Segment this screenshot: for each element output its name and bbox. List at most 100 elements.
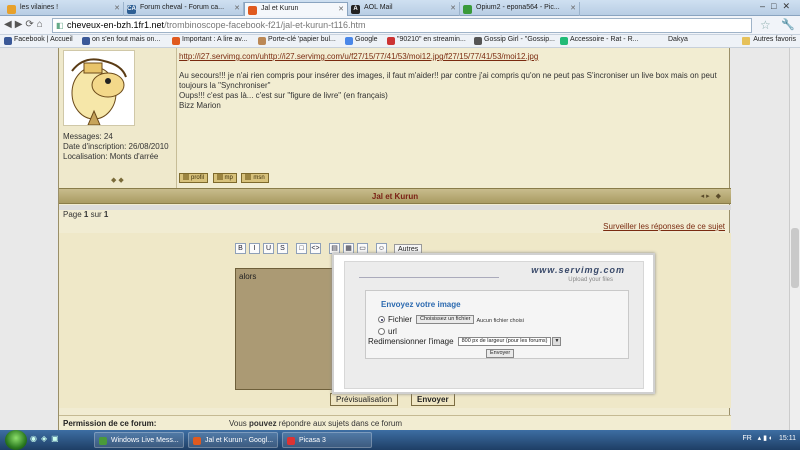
quote-button[interactable]: □ — [296, 243, 307, 254]
bookmark-label: Facebook | Accueil — [14, 36, 73, 43]
bookmark-label: Accessoire - Rat - R... — [570, 36, 639, 43]
close-icon[interactable]: ✕ — [234, 4, 240, 12]
italic-button[interactable]: I — [249, 243, 260, 254]
scroll-arrows-icon[interactable]: ◆ ◆ — [111, 176, 124, 184]
task-picasa[interactable]: Picasa 3 — [282, 432, 372, 448]
wrench-icon[interactable]: 🔧 — [781, 18, 795, 31]
facebook-icon — [4, 37, 12, 45]
url-radio[interactable] — [378, 328, 385, 336]
upload-heading: Envoyez votre image — [381, 300, 461, 309]
post-text: Au secours!!! je n'ai rien compris pour … — [179, 71, 725, 111]
system-tray: FR ▴ ▮ ◐ 15:11 — [742, 435, 797, 442]
bookmark-facebook[interactable]: Facebook | Accueil — [4, 36, 73, 45]
forum-icon — [248, 6, 257, 15]
url-path: /trombinoscope-facebook-f21/jal-et-kurun… — [164, 20, 366, 30]
post-paragraph: Au secours!!! je n'ai rien compris pour … — [179, 71, 717, 90]
nav-arrows-icon[interactable]: ◂▸ ◆ — [701, 192, 723, 200]
tab-label: les vilaines ! — [20, 4, 59, 11]
mp-button[interactable]: mp — [212, 173, 237, 183]
tab-les-vilaines[interactable]: les vilaines ! ✕ — [4, 2, 124, 16]
ball-icon — [7, 5, 16, 14]
close-icon[interactable]: ✕ — [338, 5, 344, 13]
file-radio[interactable] — [378, 316, 385, 324]
topic-title: Jal et Kurun — [371, 192, 419, 201]
upload-form: Envoyez votre image Fichier Choisissez un… — [365, 290, 629, 359]
bookmark-label: Important : A lire av... — [182, 36, 248, 43]
tab-aol-mail[interactable]: A AOL Mail ✕ — [348, 2, 460, 16]
servimg-tagline: Upload your files — [568, 277, 613, 283]
permission-row: Permission de ce forum: Vous pouvez répo… — [59, 415, 731, 430]
chrome-icon — [193, 437, 201, 445]
task-windows-live[interactable]: Windows Live Mess... — [94, 432, 184, 448]
bookmark-icon — [474, 37, 482, 45]
tab-forum-cheval[interactable]: CA Forum cheval - Forum ca... ✕ — [124, 2, 244, 16]
servimg-upload-dialog: www.servimg.com Upload your files Envoye… — [332, 253, 655, 394]
bookmark-on-sen-fout[interactable]: on s'en fout mais on... — [82, 36, 161, 45]
servimg-logo: www.servimg.com — [531, 265, 625, 275]
message-count: Messages: 24 — [63, 132, 113, 141]
tab-label: Jal et Kurun — [261, 5, 299, 12]
facebook-icon — [82, 37, 90, 45]
preview-button[interactable]: Prévisualisation — [330, 393, 399, 406]
bookmark-icon — [258, 37, 266, 45]
aol-icon: A — [351, 5, 360, 14]
taskbar: ◉◈▣ Windows Live Mess... Jal et Kurun - … — [0, 430, 800, 450]
bookmark-gossip-girl[interactable]: Gossip Girl - "Gossip... — [474, 36, 555, 45]
url-input[interactable]: ◧ cheveux-en-bzh.1fr1.net/trombinoscope-… — [52, 18, 752, 33]
permission-text-bold: pouvez — [249, 419, 277, 428]
tab-opium2[interactable]: Opium2 - epona564 - Pic... ✕ — [460, 2, 580, 16]
upload-send-button[interactable]: Envoyer — [486, 349, 515, 358]
choose-file-button[interactable]: Choisissez un fichier — [416, 315, 475, 325]
picasa-icon — [287, 437, 295, 445]
send-button[interactable]: Envoyer — [411, 393, 455, 406]
close-icon[interactable]: ✕ — [570, 4, 576, 12]
mail-icon — [216, 174, 223, 181]
bookmark-important[interactable]: Important : A lire av... — [172, 36, 248, 45]
bookmark-dakya[interactable]: Dakya — [658, 36, 688, 43]
strike-button[interactable]: S — [277, 243, 288, 254]
bookmarks-bar: Facebook | Accueil on s'en fout mais on.… — [0, 35, 800, 48]
logo-divider — [359, 277, 499, 278]
profile-label: profil — [191, 175, 205, 181]
quick-launch-icons[interactable]: ◉◈▣ — [30, 434, 63, 443]
bookmark-accessoire[interactable]: Accessoire - Rat - R... — [560, 36, 639, 45]
tab-jal-et-kurun[interactable]: Jal et Kurun ✕ — [244, 2, 348, 16]
msn-button[interactable]: msn — [241, 173, 269, 183]
watch-topic-link[interactable]: Surveiller les réponses de ce sujet — [603, 222, 725, 231]
underline-button[interactable]: U — [263, 243, 274, 254]
window-controls[interactable]: –□✕ — [760, 1, 796, 12]
close-icon[interactable]: ✕ — [114, 4, 120, 12]
page-icon: ◧ — [56, 21, 64, 30]
permission-text-post: répondre aux sujets dans ce forum — [276, 419, 402, 428]
bookmark-star-icon[interactable]: ☆ — [760, 18, 771, 32]
no-file-text: Aucun fichier choisi — [476, 318, 524, 324]
chevron-down-icon[interactable]: ▼ — [552, 337, 562, 347]
task-label: Jal et Kurun - Googl... — [205, 437, 274, 444]
bookmark-label: on s'en fout mais on... — [92, 36, 161, 43]
scrollbar-thumb[interactable] — [791, 228, 799, 288]
bookmark-porte-cle[interactable]: Porte-clé 'papier bul... — [258, 36, 336, 45]
pager: Page 1 sur 1 — [63, 210, 108, 219]
vertical-scrollbar[interactable] — [789, 48, 800, 430]
close-icon[interactable]: ✕ — [450, 4, 456, 12]
language-indicator[interactable]: FR — [743, 435, 752, 442]
task-chrome[interactable]: Jal et Kurun - Googl... — [188, 432, 278, 448]
resize-select[interactable]: 800 px de largeur (pour les forums) — [457, 337, 552, 347]
nav-buttons[interactable]: ◀▶⟳⌂ — [4, 19, 46, 30]
image-link[interactable]: http://i27.servimg.com/uhttp://i27.servi… — [179, 52, 538, 61]
bookmark-google[interactable]: Google — [345, 36, 378, 45]
start-button[interactable] — [5, 430, 27, 450]
bookmark-label: Gossip Girl - "Gossip... — [484, 36, 555, 43]
forum-icon — [172, 37, 180, 45]
code-button[interactable]: <> — [310, 243, 321, 254]
other-bookmarks[interactable]: Autres favoris — [742, 36, 796, 45]
resize-row: Redimensionner l'image 800 px de largeur … — [368, 337, 562, 347]
bookmark-90210[interactable]: "90210" en streamin... — [387, 36, 466, 45]
bold-button[interactable]: B — [235, 243, 246, 254]
bookmark-icon — [560, 37, 568, 45]
clock[interactable]: 15:11 — [779, 435, 796, 442]
url-label: url — [388, 327, 397, 336]
msn-icon — [245, 174, 252, 181]
join-date: Date d'inscription: 26/08/2010 — [63, 142, 169, 151]
profile-button[interactable]: profil — [179, 173, 209, 183]
